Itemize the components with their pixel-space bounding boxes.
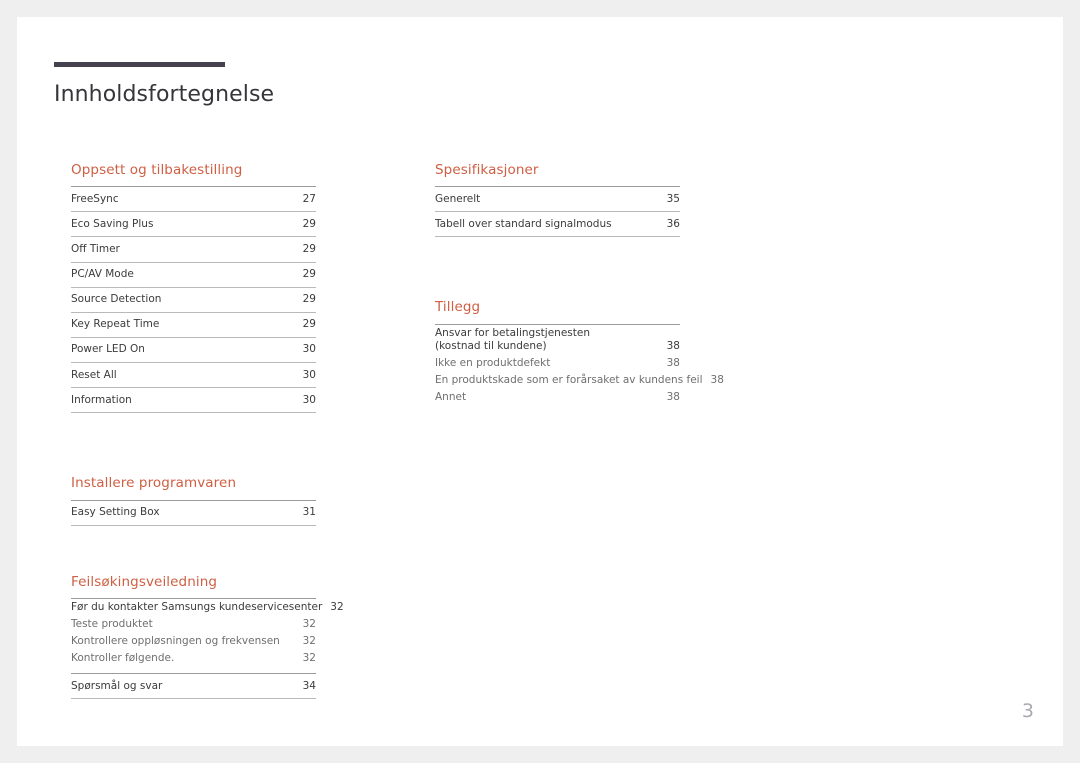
section-heading: Installere programvaren	[71, 475, 237, 492]
toc-entry-label: Eco Saving Plus	[71, 217, 154, 230]
toc-entry[interactable]: Eco Saving Plus 29	[71, 212, 316, 238]
toc-entry[interactable]: PC/AV Mode 29	[71, 263, 316, 288]
toc-entry[interactable]: Tabell over standard signalmodus 36	[435, 212, 680, 238]
toc-subentry[interactable]: Annet 38	[435, 389, 680, 406]
toc-entry-page: 36	[666, 217, 680, 230]
toc-entry-page: 38	[666, 391, 680, 404]
toc-list: Generelt 35 Tabell over standard signalm…	[435, 186, 680, 238]
toc-entry[interactable]: Easy Setting Box 31	[71, 501, 316, 526]
toc-subentry[interactable]: Ikke en produktdefekt 38	[435, 355, 680, 372]
toc-entry-label: Reset All	[71, 368, 117, 381]
toc-entry[interactable]: Generelt 35	[435, 187, 680, 213]
toc-entry-label: Power LED On	[71, 343, 145, 356]
toc-entry-label: En produktskade som er forårsaket av kun…	[435, 374, 703, 386]
toc-entry-page: 38	[666, 339, 680, 352]
page-number: 3	[1021, 700, 1034, 722]
toc-entry[interactable]: Information 30	[71, 388, 316, 414]
toc-section-oppsett: Oppsett og tilbakestilling FreeSync 27 E…	[71, 162, 316, 414]
section-heading: Feilsøkingsveiledning	[71, 573, 218, 590]
toc-entry-label-line2: (kostnad til kundene)	[435, 339, 547, 352]
toc-entry-label: PC/AV Mode	[71, 268, 134, 281]
toc-entry-page: 29	[302, 242, 316, 255]
toc-entry-page: 32	[302, 635, 316, 648]
toc-entry-label: Spørsmål og svar	[71, 679, 163, 692]
toc-entry-page: 32	[302, 652, 316, 665]
section-heading: Spesifikasjoner	[435, 162, 539, 178]
toc-entry-page: 32	[330, 600, 344, 613]
toc-subentry[interactable]: Kontrollere oppløsningen og frekvensen 3…	[71, 633, 316, 650]
toc-entry-label: Information	[71, 393, 132, 406]
toc-entry-label: Source Detection	[71, 293, 162, 306]
toc-entry-page: 30	[302, 343, 316, 356]
toc-entry-line2: (kostnad til kundene) 38	[435, 340, 680, 353]
toc-entry-page: 35	[666, 192, 680, 205]
section-heading: Tillegg	[435, 299, 481, 316]
page-content: Innholdsfortegnelse Oppsett og tilbakest…	[54, 62, 1034, 722]
toc-entry[interactable]: Off Timer 29	[71, 237, 316, 263]
toc-entry-label-line1: Ansvar for betalingstjenesten	[435, 326, 590, 339]
toc-entry-page: 29	[302, 293, 316, 306]
toc-entry-page: 38	[666, 356, 680, 369]
toc-section-installere: Installere programvaren Easy Setting Box…	[71, 475, 316, 526]
toc-list: Før du kontakter Samsungs kundeservicese…	[71, 597, 344, 700]
toc-entry-page: 31	[302, 506, 316, 518]
toc-entry-page: 27	[302, 192, 316, 205]
toc-entry[interactable]: Source Detection 29	[71, 288, 316, 313]
toc-entry-page: 32	[302, 617, 316, 630]
toc-entry-label: Tabell over standard signalmodus	[435, 217, 612, 230]
toc-entry[interactable]: Key Repeat Time 29	[71, 313, 316, 338]
toc-subentry[interactable]: Teste produktet 32	[71, 616, 316, 633]
toc-list: FreeSync 27 Eco Saving Plus 29 Off Timer…	[71, 186, 316, 414]
section-heading: Oppsett og tilbakestilling	[71, 162, 243, 178]
document-page: Innholdsfortegnelse Oppsett og tilbakest…	[17, 17, 1063, 746]
toc-entry-label: Før du kontakter Samsungs kundeservicese…	[71, 600, 323, 613]
toc-entry-label: Off Timer	[71, 242, 120, 255]
toc-entry[interactable]: Reset All 30	[71, 363, 316, 389]
toc-section-spesifikasjoner: Spesifikasjoner Generelt 35 Tabell over …	[435, 162, 680, 238]
toc-entry-label: FreeSync	[71, 192, 119, 205]
toc-entry-page: 30	[302, 368, 316, 381]
toc-entry-page: 29	[302, 217, 316, 230]
toc-section-feilsoking: Feilsøkingsveiledning Før du kontakter S…	[71, 573, 344, 700]
toc-entry-label: Key Repeat Time	[71, 318, 160, 331]
toc-entry[interactable]: Spørsmål og svar 34	[71, 673, 316, 700]
toc-entry[interactable]: FreeSync 27	[71, 187, 316, 213]
toc-section-tillegg: Tillegg Ansvar for betalingstjenesten (k…	[435, 299, 724, 407]
toc-subentry[interactable]: En produktskade som er forårsaket av kun…	[435, 372, 724, 389]
toc-entry[interactable]: Før du kontakter Samsungs kundeservicese…	[71, 599, 344, 616]
toc-entry[interactable]: Power LED On 30	[71, 338, 316, 364]
title-accent-rule	[54, 62, 225, 67]
toc-entry-label: Generelt	[435, 192, 481, 205]
toc-list: Ansvar for betalingstjenesten (kostnad t…	[435, 323, 724, 407]
toc-entry[interactable]: Ansvar for betalingstjenesten (kostnad t…	[435, 325, 680, 355]
toc-entry-label: Easy Setting Box	[71, 506, 160, 518]
page-title: Innholdsfortegnelse	[54, 82, 275, 107]
toc-column-right: Spesifikasjoner Generelt 35 Tabell over …	[435, 162, 724, 407]
toc-entry-page: 38	[710, 374, 724, 386]
toc-entry-label: Teste produktet	[71, 617, 153, 630]
toc-entry-label: Annet	[435, 391, 467, 404]
toc-entry-page: 34	[302, 679, 316, 692]
toc-list: Easy Setting Box 31	[71, 499, 316, 526]
toc-entry-page: 30	[302, 393, 316, 406]
toc-entry-label: Kontroller følgende.	[71, 652, 175, 665]
toc-entry-label: Kontrollere oppløsningen og frekvensen	[71, 635, 280, 648]
toc-column-left: Oppsett og tilbakestilling FreeSync 27 E…	[71, 162, 344, 700]
toc-entry-label: Ikke en produktdefekt	[435, 356, 551, 369]
toc-entry-page: 29	[302, 268, 316, 281]
toc-subentry[interactable]: Kontroller følgende. 32	[71, 650, 316, 667]
toc-entry-page: 29	[302, 318, 316, 331]
